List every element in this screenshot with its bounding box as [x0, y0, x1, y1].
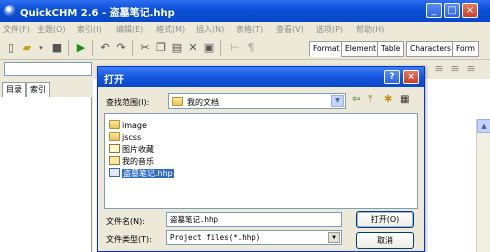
- delete-icon[interactable]: ✕: [186, 41, 200, 55]
- chevron-down-icon[interactable]: ▼: [328, 232, 340, 243]
- menu-topic[interactable]: 主题(O): [37, 24, 66, 35]
- look-in-select[interactable]: 我的文档 ▼: [168, 93, 346, 109]
- style-combo[interactable]: [4, 62, 92, 76]
- view-menu-icon[interactable]: ▦: [400, 94, 409, 106]
- pictures-folder-icon: [109, 144, 120, 153]
- dialog-title: 打开: [104, 75, 124, 86]
- menu-index[interactable]: 索引(I): [77, 24, 102, 35]
- tab-characters[interactable]: Characters: [406, 41, 455, 57]
- maximize-button[interactable]: □: [444, 3, 460, 18]
- toolbar-separator: [68, 40, 69, 56]
- list-item[interactable]: 盗墓笔记.hhp: [109, 168, 174, 180]
- tab-table[interactable]: Table: [377, 41, 405, 57]
- toolbar: ▯ ▰ ▾ ■ ▶ ↶ ↷ ✂ ❐ ▤ ✕ ▣ ⊢ ¶ Format Eleme…: [0, 36, 490, 60]
- align-right-icon[interactable]: ≡: [464, 62, 478, 76]
- minimize-button[interactable]: _: [426, 3, 442, 18]
- help-button[interactable]: ?: [384, 70, 400, 84]
- redo-icon[interactable]: ↷: [114, 41, 128, 55]
- filename-input[interactable]: 盗墓笔记.hhp: [166, 212, 342, 227]
- quickchm-app-icon: [4, 5, 16, 17]
- paste-icon[interactable]: ▤: [170, 41, 184, 55]
- window-title: QuickCHM 2.6 - 盗墓笔记.hhp: [20, 8, 175, 19]
- undo-icon[interactable]: ↶: [98, 41, 112, 55]
- cancel-button[interactable]: 取消: [356, 232, 414, 249]
- list-item[interactable]: 我的音乐: [109, 156, 154, 168]
- save-icon[interactable]: ■: [50, 41, 64, 55]
- folder-icon: [109, 120, 120, 129]
- folder-icon: [172, 97, 183, 106]
- close-button[interactable]: ×: [462, 3, 478, 18]
- contents-tree[interactable]: [0, 97, 92, 252]
- back-arrow-icon[interactable]: ⇦: [352, 94, 360, 106]
- open-folder-icon[interactable]: ▰: [20, 41, 34, 55]
- tab-form[interactable]: Form: [452, 41, 479, 57]
- look-in-label: 查找范围(I):: [106, 98, 150, 107]
- toolbar-separator: [220, 40, 221, 56]
- up-folder-icon[interactable]: ⤒: [368, 94, 372, 106]
- copy-icon[interactable]: ❐: [154, 41, 168, 55]
- menu-bar: 文件(F) 主题(O) 索引(I) 编辑(E) 格式(M) 插入(N) 表格(T…: [0, 22, 490, 36]
- new-file-icon[interactable]: ▯: [4, 41, 18, 55]
- align-left-icon[interactable]: ≡: [432, 62, 446, 76]
- menu-file[interactable]: 文件(F): [3, 24, 30, 35]
- chevron-down-icon[interactable]: ▾: [34, 41, 48, 55]
- menu-options[interactable]: 选项(P): [316, 24, 343, 35]
- paragraph-icon[interactable]: ¶: [244, 41, 258, 55]
- chevron-down-icon[interactable]: ▼: [331, 95, 344, 107]
- menu-format[interactable]: 格式(M): [156, 24, 185, 35]
- list-item[interactable]: jscss: [109, 132, 141, 144]
- menu-view[interactable]: 查看(V): [276, 24, 304, 35]
- list-item[interactable]: image: [109, 120, 147, 132]
- open-button[interactable]: 打开(O): [356, 211, 414, 228]
- menu-table[interactable]: 表格(T): [236, 24, 263, 35]
- menu-insert[interactable]: 插入(N): [196, 24, 224, 35]
- new-folder-icon[interactable]: ✱: [384, 94, 392, 106]
- filetype-select[interactable]: Project files(*.hhp) ▼: [166, 230, 342, 245]
- left-pane-tabs: 目录 索引: [0, 79, 92, 97]
- open-dialog: 打开 ? × 查找范围(I): 我的文档 ▼ ⇦ ⤒ ✱ ▦ image jsc…: [97, 66, 425, 252]
- file-list[interactable]: image jscss 图片收藏 我的音乐 盗墓笔记.hhp: [104, 113, 418, 209]
- rule-icon[interactable]: ⊢: [228, 41, 242, 55]
- filetype-value: Project files(*.hhp): [170, 233, 261, 242]
- menu-edit[interactable]: 编辑(E): [116, 24, 143, 35]
- main-title-bar: QuickCHM 2.6 - 盗墓笔记.hhp _ □ ×: [0, 0, 490, 22]
- list-item[interactable]: 图片收藏: [109, 144, 154, 156]
- align-center-icon[interactable]: ≡: [448, 62, 462, 76]
- menu-help[interactable]: 帮助(H): [356, 24, 384, 35]
- filetype-label: 文件类型(T):: [106, 235, 152, 244]
- dialog-title-bar: 打开 ? ×: [98, 67, 424, 87]
- toolbar-separator: [132, 40, 133, 56]
- dialog-close-button[interactable]: ×: [403, 70, 419, 84]
- music-folder-icon: [109, 156, 120, 165]
- tab-index[interactable]: 索引: [26, 82, 50, 97]
- vertical-scrollbar[interactable]: ▲: [476, 119, 490, 252]
- hhp-file-icon: [109, 168, 120, 177]
- toolbar-separator: [92, 40, 93, 56]
- tab-element[interactable]: Element: [341, 41, 381, 57]
- folder-icon: [109, 132, 120, 141]
- run-icon[interactable]: ▶: [74, 41, 88, 55]
- look-in-value: 我的文档: [187, 98, 219, 107]
- properties-icon[interactable]: ▣: [202, 41, 216, 55]
- tab-format[interactable]: Format: [309, 41, 344, 57]
- cut-icon[interactable]: ✂: [138, 41, 152, 55]
- tab-contents[interactable]: 目录: [2, 82, 26, 97]
- filename-label: 文件名(N):: [106, 217, 145, 226]
- scroll-up-icon[interactable]: ▲: [477, 119, 490, 133]
